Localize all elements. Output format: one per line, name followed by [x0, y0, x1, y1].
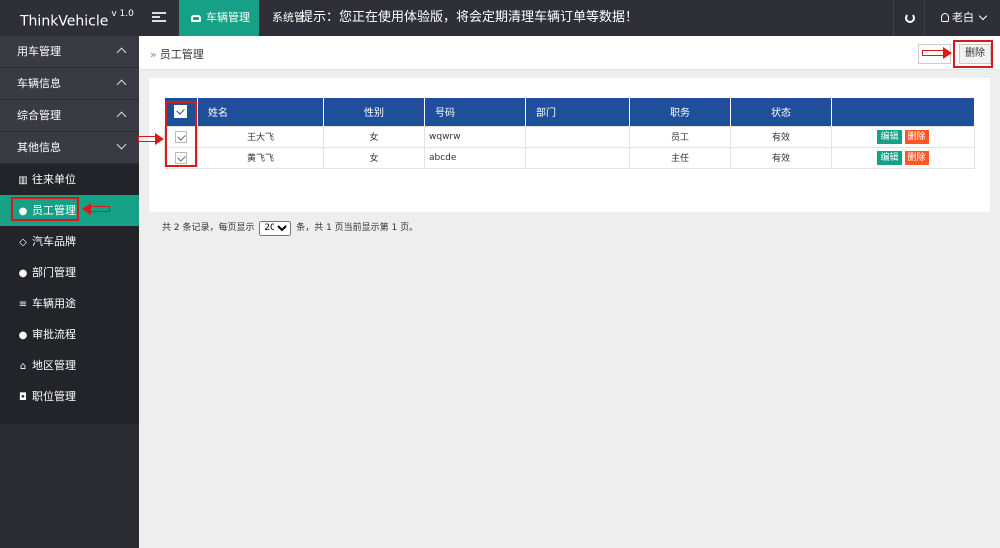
annotation-arrow-delete: [922, 47, 952, 59]
chevron-up-icon: [116, 79, 127, 90]
user-icon: [941, 13, 949, 22]
row-delete-button[interactable]: 删除: [904, 150, 929, 165]
refresh-button[interactable]: [893, 0, 923, 36]
table-header-row: 姓名 性别 号码 部门 职务 状态: [164, 98, 975, 126]
sidebar-group-general[interactable]: 综合管理: [0, 100, 139, 132]
sidebar-group-other[interactable]: 其他信息: [0, 132, 139, 164]
cell-department: [525, 125, 630, 148]
cell-status: 有效: [730, 146, 832, 169]
annotation-box-delete: [953, 40, 993, 68]
bank-icon: ▥: [18, 175, 28, 186]
annotation-box-checkboxes: [165, 101, 197, 167]
column-header-name: 姓名: [197, 98, 324, 126]
pagination-suffix: 条，共 1 页当前显示第 1 页。: [296, 223, 419, 233]
row-delete-button[interactable]: 删除: [904, 129, 929, 144]
annotation-arrow-checkboxes: [138, 133, 164, 145]
sidebar-item-label: 审批流程: [32, 328, 76, 341]
cell-actions: 编辑 删除: [831, 146, 975, 169]
sidebar-item-vehicle-purpose[interactable]: ≡ 车辆用途: [0, 288, 139, 319]
main-content: » 员工管理 删除 姓名 性别 号码 部门 职务 状态 王大飞 女 wqwrw …: [139, 36, 1000, 548]
user-menu[interactable]: 老白: [924, 0, 1000, 36]
breadcrumb-bar: » 员工管理 删除: [139, 36, 1000, 70]
cell-name: 黄飞飞: [197, 146, 324, 169]
column-header-department: 部门: [525, 98, 630, 126]
menu-toggle-icon[interactable]: [152, 10, 166, 26]
user-name: 老白: [952, 11, 974, 24]
table-row: 黄飞飞 女 abcde 主任 有效 编辑 删除: [164, 146, 975, 169]
users-icon: ●: [18, 268, 28, 279]
cell-name: 王大飞: [197, 125, 324, 148]
sidebar-item-label: 汽车品牌: [32, 235, 76, 248]
cell-number: wqwrw: [424, 125, 526, 148]
table-row: 王大飞 女 wqwrw 员工 有效 编辑 删除: [164, 125, 975, 148]
column-header-number: 号码: [424, 98, 526, 126]
sidebar-item-label: 往来单位: [32, 173, 76, 186]
cell-actions: 编辑 删除: [831, 125, 975, 148]
edit-button[interactable]: 编辑: [877, 150, 902, 165]
column-header-position: 职务: [629, 98, 731, 126]
sidebar-group-label: 其他信息: [17, 141, 61, 154]
diamond-icon: ◇: [19, 237, 27, 248]
column-header-gender: 性别: [323, 98, 425, 126]
sidebar-group-label: 综合管理: [17, 109, 61, 122]
column-header-actions: [831, 98, 975, 126]
home-icon: ⌂: [19, 361, 27, 372]
chevron-down-icon: [116, 139, 127, 150]
breadcrumb: » 员工管理: [150, 46, 204, 62]
cell-number: abcde: [424, 146, 526, 169]
top-tab-vehicle-management[interactable]: 车辆管理: [179, 0, 259, 36]
sidebar-item-label: 职位管理: [32, 390, 76, 403]
sidebar-item-approval-flow[interactable]: ● 审批流程: [0, 319, 139, 350]
employee-panel: 姓名 性别 号码 部门 职务 状态 王大飞 女 wqwrw 员工 有效 编辑 删…: [149, 78, 990, 236]
sidebar-item-positions[interactable]: ◘ 职位管理: [0, 381, 139, 412]
page-size-select[interactable]: 20: [259, 220, 292, 236]
sidebar-item-label: 部门管理: [32, 266, 76, 279]
sidebar: 用车管理 车辆信息 综合管理 其他信息 ▥ 往来单位 ● 员工管理 ◇ 汽车品牌 ● 部…: [0, 36, 139, 548]
cell-status: 有效: [730, 125, 832, 148]
pagination: 共 2 条记录，每页显示 20 条，共 1 页当前显示第 1 页。: [162, 220, 418, 236]
cell-gender: 女: [323, 125, 425, 148]
camera-icon: ◘: [19, 392, 27, 403]
car-icon: [191, 15, 201, 22]
sidebar-item-partners[interactable]: ▥ 往来单位: [0, 164, 139, 195]
notice-text: 提示：您正在使用体验版，将会定期清理车辆订单等数据！: [300, 10, 639, 25]
chevron-down-icon: [978, 11, 988, 21]
sidebar-group-vehicle-use[interactable]: 用车管理: [0, 36, 139, 68]
brand-version: v 1.0: [111, 9, 134, 19]
top-tab-label: 车辆管理: [206, 11, 250, 24]
cell-department: [525, 146, 630, 169]
list-icon: ≡: [18, 299, 28, 310]
sidebar-group-label: 车辆信息: [17, 77, 61, 90]
top-bar: ThinkVehicle v 1.0 车辆管理 系统管 提示：您正在使用体验版，将…: [0, 0, 1000, 36]
sidebar-item-label: 地区管理: [32, 359, 76, 372]
cell-gender: 女: [323, 146, 425, 169]
cell-position: 员工: [629, 125, 731, 148]
annotation-box-employee-menu: [11, 197, 79, 221]
chevron-up-icon: [116, 47, 127, 58]
employee-table: 姓名 性别 号码 部门 职务 状态 王大飞 女 wqwrw 员工 有效 编辑 删…: [164, 98, 975, 169]
double-chevron-icon: »: [150, 48, 157, 61]
refresh-icon: [905, 13, 915, 23]
annotation-arrow-employee-menu: [82, 203, 110, 215]
chevron-up-icon: [116, 111, 127, 122]
breadcrumb-label: 员工管理: [159, 48, 204, 61]
column-header-status: 状态: [730, 98, 832, 126]
pagination-prefix: 共 2 条记录，每页显示: [162, 223, 255, 233]
cell-position: 主任: [629, 146, 731, 169]
brand-logo: ThinkVehicle v 1.0: [0, 0, 139, 36]
sidebar-item-departments[interactable]: ● 部门管理: [0, 257, 139, 288]
brand-name: ThinkVehicle: [20, 13, 109, 30]
sidebar-group-label: 用车管理: [17, 45, 61, 58]
android-icon: ●: [18, 330, 28, 341]
edit-button[interactable]: 编辑: [877, 129, 902, 144]
sidebar-item-label: 车辆用途: [32, 297, 76, 310]
sidebar-item-regions[interactable]: ⌂ 地区管理: [0, 350, 139, 381]
sidebar-item-car-brands[interactable]: ◇ 汽车品牌: [0, 226, 139, 257]
sidebar-group-vehicle-info[interactable]: 车辆信息: [0, 68, 139, 100]
